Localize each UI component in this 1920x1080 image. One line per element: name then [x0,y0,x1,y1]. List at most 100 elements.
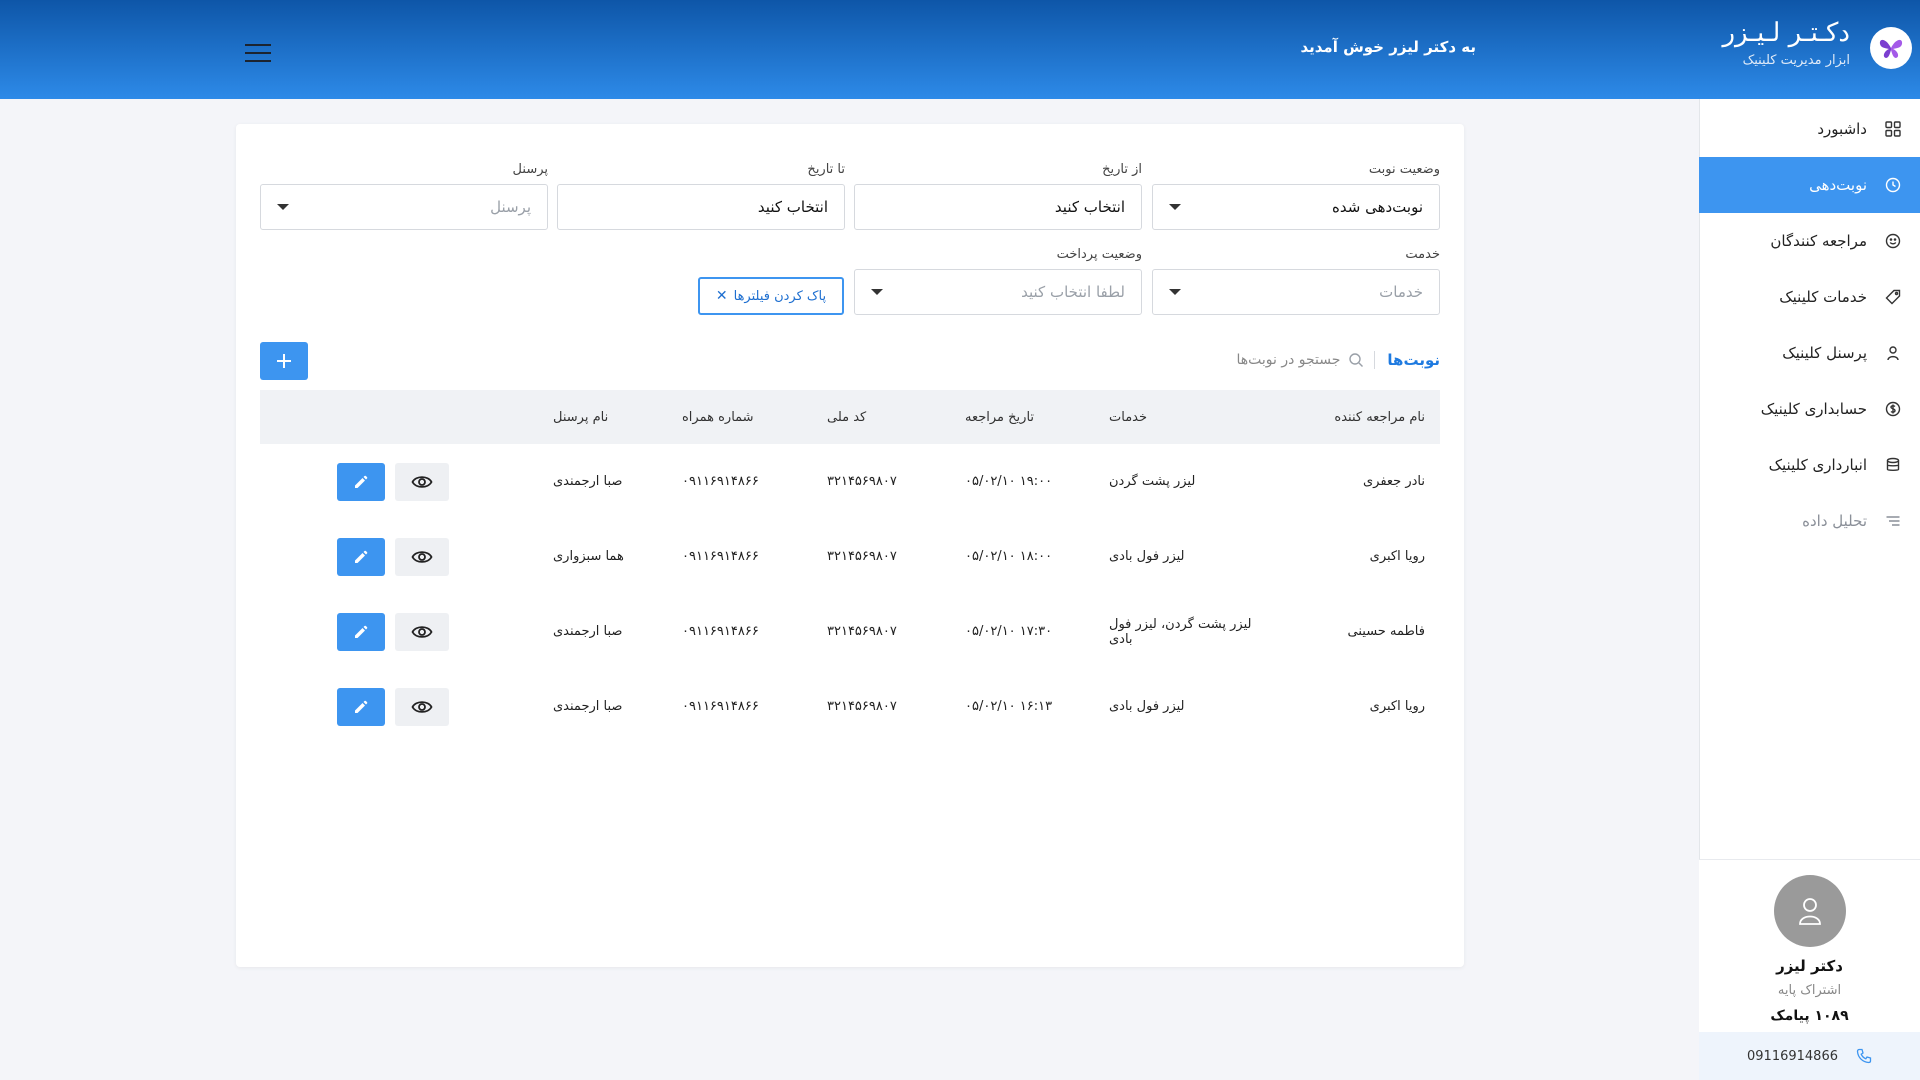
cell-visit-date: ۰۵/۰۲/۱۰ ۱۹:۰۰ [965,474,1053,489]
col-services: خدمات [1109,409,1148,425]
sidebar-item-inventory[interactable]: انبارداری کلینیک [1699,437,1920,493]
eye-icon [411,700,433,713]
table-row: نادر جعفری لیزر پشت گردن ۰۵/۰۲/۱۰ ۱۹:۰۰ … [260,444,1440,519]
chevron-down-icon [1169,204,1181,210]
pencil-icon [355,550,368,563]
appointments-table: نام مراجعه کننده خدمات تاریخ مراجعه کد م… [260,390,1440,744]
personnel-label: پرسنل [512,162,548,177]
cell-client-name: نادر جعفری [1362,474,1425,489]
to-date-filter: تا تاریخ انتخاب کنید [557,162,845,230]
edit-button[interactable] [337,462,385,501]
to-date-input[interactable]: انتخاب کنید [557,184,845,230]
payment-label: وضعیت پرداخت [1056,247,1142,262]
edit-button[interactable] [337,612,385,651]
sidebar-item-accounting[interactable]: حسابداری کلینیک [1699,381,1920,437]
sidebar-item-clients[interactable]: مراجعه کنندگان [1699,213,1920,269]
cell-mobile: ۰۹۱۱۶۹۱۴۸۶۶ [682,624,759,639]
search-input[interactable] [1140,352,1341,368]
status-select[interactable]: نوبت‌دهی شده [1152,184,1440,230]
profile-panel: دکتر لیزر اشتراک پایه ۱۰۸۹ پیامک 0911691… [1699,859,1920,1080]
cell-mobile: ۰۹۱۱۶۹۱۴۸۶۶ [682,474,759,489]
database-icon [1884,456,1902,474]
row-actions [260,462,533,501]
view-button[interactable] [395,687,449,726]
chevron-down-icon [277,204,289,210]
cell-client-name: رویا اکبری [1369,699,1425,714]
status-filter-label: وضعیت نوبت [1368,162,1440,177]
cell-staff-name: صبا ارجمندی [553,699,623,714]
cell-services: لیزر پشت گردن، لیزر فول بادی [1109,616,1252,647]
cell-national-id: ۳۲۱۴۵۶۹۸۰۷ [827,549,897,564]
eye-icon [411,550,433,563]
from-date-input[interactable]: انتخاب کنید [854,184,1142,230]
tab-appointments[interactable]: نوبت‌ها [1374,351,1440,369]
cell-client-name: رویا اکبری [1369,549,1425,564]
status-filter: وضعیت نوبت نوبت‌دهی شده [1152,162,1440,230]
cell-client-name: فاطمه حسینی [1347,624,1425,639]
user-icon [1884,344,1902,362]
payment-filter: وضعیت پرداخت لطفا انتخاب کنید [854,247,1142,315]
sidebar-item-staff[interactable]: پرسنل کلینیک [1699,325,1920,381]
from-date-label: از تاریخ [1102,162,1142,177]
sidebar-nav: داشبورد نوبت‌دهی مراجعه کنندگان خدمات کل… [1699,101,1920,549]
butterfly-logo-icon [1870,27,1912,69]
sidebar-item-label: مراجعه کنندگان [1770,232,1867,250]
service-label: خدمت [1405,247,1440,262]
table-row: رویا اکبری لیزر فول بادی ۰۵/۰۲/۱۰ ۱۸:۰۰ … [260,519,1440,594]
phone-number: 09116914866 [1747,1048,1838,1064]
close-icon: ✕ [715,288,728,304]
service-select[interactable]: خدمات [1152,269,1440,315]
view-button[interactable] [395,537,449,576]
brand: دکـتـر لـیـزر ابزار مدیریت کلینیک [1699,0,1920,99]
sidebar-item-label: داشبورد [1817,120,1867,138]
cell-staff-name: صبا ارجمندی [553,624,623,639]
sidebar-item-label: حسابداری کلینیک [1760,400,1867,418]
sidebar-item-label: خدمات کلینیک [1779,288,1867,306]
search-box[interactable] [1140,352,1364,368]
personnel-select[interactable]: پرسنل [260,184,548,230]
search-icon [1349,353,1364,367]
col-client-name: نام مراجعه کننده [1334,409,1425,425]
col-national-id: کد ملی [827,409,867,425]
profile-name: دکتر لیزر [1776,957,1843,975]
cell-mobile: ۰۹۱۱۶۹۱۴۸۶۶ [682,549,759,564]
eye-icon [411,475,433,488]
view-button[interactable] [395,612,449,651]
plus-icon [277,354,291,368]
sidebar-item-analytics[interactable]: تحلیل داده [1699,493,1920,549]
view-button[interactable] [395,462,449,501]
payment-select[interactable]: لطفا انتخاب کنید [854,269,1142,315]
brand-subtitle: ابزار مدیریت کلینیک [1742,53,1850,68]
cell-services: لیزر فول بادی [1109,699,1185,714]
add-appointment-button[interactable] [260,342,308,380]
pencil-icon [355,700,368,713]
sms-count: ۱۰۸۹ پیامک [1770,1008,1849,1024]
cell-services: لیزر فول بادی [1109,549,1185,564]
clear-filters-button[interactable]: پاک کردن فیلترها ✕ [698,277,844,315]
cell-national-id: ۳۲۱۴۵۶۹۸۰۷ [827,624,897,639]
dollar-circle-icon [1884,400,1902,418]
col-staff-name: نام پرسنل [553,409,609,425]
list-toolbar: نوبت‌ها [236,351,1464,369]
support-phone[interactable]: 09116914866 [1699,1032,1920,1080]
brand-title: دکـتـر لـیـزر [1722,18,1850,48]
sidebar-item-appointments[interactable]: نوبت‌دهی [1699,157,1920,213]
welcome-text: به دکتر لیزر خوش آمدید [1300,38,1476,56]
cell-staff-name: صبا ارجمندی [553,474,623,489]
cell-national-id: ۳۲۱۴۵۶۹۸۰۷ [827,474,897,489]
smiley-icon [1884,232,1902,250]
top-header: به دکتر لیزر خوش آمدید [0,0,1699,99]
chevron-down-icon [871,289,883,295]
sidebar-item-services[interactable]: خدمات کلینیک [1699,269,1920,325]
pencil-icon [355,625,368,638]
avatar[interactable] [1773,875,1846,947]
sidebar-item-dashboard[interactable]: داشبورد [1699,101,1920,157]
col-visit-date: تاریخ مراجعه [965,409,1035,425]
personnel-placeholder: پرسنل [490,198,531,216]
edit-button[interactable] [337,537,385,576]
menu-toggle-icon[interactable] [245,44,271,62]
cell-mobile: ۰۹۱۱۶۹۱۴۸۶۶ [682,699,759,714]
edit-button[interactable] [337,687,385,726]
eye-icon [411,625,433,638]
clear-filters-label: پاک کردن فیلترها [733,288,827,304]
